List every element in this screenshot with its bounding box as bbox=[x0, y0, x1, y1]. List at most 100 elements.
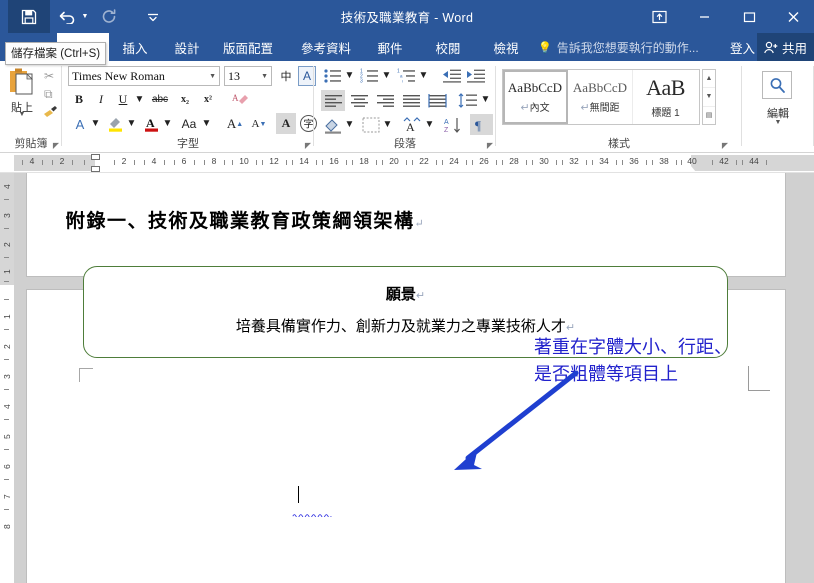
more-styles-icon[interactable]: ▤ bbox=[703, 107, 715, 124]
paragraph-mark: ↵ bbox=[414, 218, 426, 230]
paragraph-dialog-launcher[interactable]: ◤ bbox=[487, 141, 493, 150]
show-formatting-marks-icon[interactable]: ¶ bbox=[470, 114, 493, 135]
text-highlight-icon[interactable] bbox=[106, 114, 126, 134]
tab-references[interactable]: 參考資料 bbox=[291, 33, 361, 61]
shrink-font-button[interactable]: A ▼ bbox=[248, 114, 270, 134]
ribbon-display-options-button[interactable] bbox=[637, 0, 682, 33]
tab-review[interactable]: 校閱 bbox=[424, 33, 472, 61]
distribute-icon[interactable] bbox=[425, 90, 449, 111]
format-painter-icon[interactable] bbox=[43, 105, 58, 121]
share-person-icon bbox=[764, 41, 778, 53]
font-name-input[interactable]: Times New Roman ▼ bbox=[68, 66, 220, 86]
share-button[interactable]: 共用 bbox=[756, 33, 814, 61]
tab-design[interactable]: 設計 bbox=[163, 33, 211, 61]
ruler-number: 18 bbox=[359, 156, 369, 166]
increase-indent-icon[interactable] bbox=[464, 66, 487, 86]
ruler-number: 36 bbox=[629, 156, 639, 166]
style-item-no-spacing[interactable]: AaBbCcD ↵無間距 bbox=[568, 70, 633, 124]
sign-in-button[interactable]: 登入 bbox=[730, 33, 755, 61]
justify-icon[interactable] bbox=[399, 90, 423, 111]
clipboard-dialog-launcher[interactable]: ◤ bbox=[53, 141, 59, 150]
numbered-list-icon[interactable]: 1 2 3 bbox=[359, 66, 381, 86]
numbering-dropdown[interactable]: ▼ bbox=[381, 68, 392, 83]
font-dialog-launcher[interactable]: ◤ bbox=[305, 141, 311, 150]
scroll-down-icon[interactable]: ▼ bbox=[703, 88, 715, 107]
text-effects-dropdown[interactable]: ▼ bbox=[90, 116, 101, 131]
italic-button[interactable]: I bbox=[92, 90, 110, 109]
decrease-indent-icon[interactable] bbox=[440, 66, 463, 86]
shading-icon[interactable] bbox=[322, 115, 344, 135]
bullets-dropdown[interactable]: ▼ bbox=[344, 68, 355, 83]
group-clipboard: 貼上 ▼ ✂ ⧉ 剪貼簿 ◤ bbox=[0, 61, 62, 153]
ruler-number: 4 bbox=[151, 156, 157, 166]
cut-icon[interactable]: ✂ bbox=[44, 69, 54, 83]
phonetic-guide-icon[interactable]: 中 bbox=[276, 66, 296, 86]
line-spacing-icon[interactable] bbox=[456, 90, 480, 111]
subscript-button[interactable]: x₂ bbox=[175, 90, 195, 109]
font-size-input[interactable]: 13 ▼ bbox=[224, 66, 272, 86]
first-line-indent-marker[interactable] bbox=[91, 154, 100, 160]
underline-button[interactable]: U bbox=[114, 90, 132, 109]
editing-dropdown[interactable]: ▼ bbox=[756, 119, 800, 126]
close-button[interactable] bbox=[772, 0, 814, 33]
hanging-indent-marker[interactable] bbox=[91, 166, 100, 172]
svg-text:A: A bbox=[406, 120, 415, 134]
multilevel-dropdown[interactable]: ▼ bbox=[418, 68, 429, 83]
annotation-selection-handle-h[interactable] bbox=[748, 390, 770, 391]
styles-dialog-launcher[interactable]: ◤ bbox=[722, 141, 728, 150]
minimize-button[interactable] bbox=[682, 0, 727, 33]
tab-view[interactable]: 檢視 bbox=[482, 33, 530, 61]
font-color-icon[interactable]: A bbox=[142, 114, 162, 134]
font-color-dropdown[interactable]: ▼ bbox=[162, 116, 173, 131]
callout-arrow[interactable] bbox=[420, 370, 600, 485]
styles-gallery: AaBbCcD ↵內文 AaBbCcD ↵無間距 AaB 標題 1 bbox=[502, 69, 700, 125]
tab-mailings[interactable]: 郵件 bbox=[366, 33, 414, 61]
align-right-icon[interactable] bbox=[373, 90, 397, 111]
underline-dropdown[interactable]: ▼ bbox=[134, 92, 145, 107]
bullet-list-icon[interactable] bbox=[322, 66, 344, 86]
asian-layout-icon[interactable]: A bbox=[400, 115, 424, 135]
chevron-down-icon[interactable]: ▼ bbox=[209, 72, 216, 80]
sort-icon[interactable]: A Z bbox=[442, 115, 466, 135]
text-effects-icon[interactable]: A bbox=[70, 114, 90, 134]
shading-dropdown[interactable]: ▼ bbox=[344, 117, 355, 132]
align-center-icon[interactable] bbox=[347, 90, 371, 111]
heading-text: 附錄一、技術及職業教育政策綱領架構 bbox=[66, 211, 415, 232]
maximize-button[interactable] bbox=[727, 0, 772, 33]
document-heading[interactable]: 附錄一、技術及職業教育政策綱領架構↵ bbox=[66, 206, 425, 233]
change-case-dropdown[interactable]: ▼ bbox=[201, 116, 212, 131]
vision-body: 培養具備實作力、創新力及就業力之專業技術人才↵ bbox=[235, 317, 576, 335]
superscript-button[interactable]: x² bbox=[198, 90, 218, 109]
style-item-heading1[interactable]: AaB 標題 1 bbox=[633, 70, 698, 124]
annotation-selection-handle-v[interactable] bbox=[748, 366, 749, 391]
copy-icon[interactable]: ⧉ bbox=[44, 87, 53, 102]
tell-me-search[interactable]: 💡 告訴我您想要執行的動作... bbox=[538, 33, 699, 61]
borders-dropdown[interactable]: ▼ bbox=[382, 117, 393, 132]
clear-formatting-icon[interactable]: A bbox=[230, 90, 252, 109]
highlight-dropdown[interactable]: ▼ bbox=[126, 116, 137, 131]
find-button[interactable] bbox=[762, 71, 792, 99]
grow-font-button[interactable]: A ▲ bbox=[224, 114, 246, 134]
multilevel-list-icon[interactable]: 1 a i bbox=[396, 66, 418, 86]
tab-insert[interactable]: 插入 bbox=[111, 33, 159, 61]
tab-layout[interactable]: 版面配置 bbox=[213, 33, 283, 61]
share-label: 共用 bbox=[781, 41, 807, 56]
vruler-number: 6 bbox=[2, 464, 12, 469]
vertical-ruler[interactable]: 4 3 2 1 1 2 3 4 5 6 7 8 bbox=[0, 173, 14, 583]
line-spacing-dropdown[interactable]: ▼ bbox=[480, 92, 491, 107]
paste-icon bbox=[10, 68, 33, 95]
style-item-normal[interactable]: AaBbCcD ↵內文 bbox=[503, 70, 568, 124]
right-indent-marker[interactable] bbox=[686, 166, 696, 172]
horizontal-ruler[interactable]: 4 2 2 4 6 8 10 12 14 16 18 20 22 24 26 2… bbox=[0, 153, 814, 173]
paste-button[interactable] bbox=[7, 67, 37, 97]
scroll-up-icon[interactable]: ▲ bbox=[703, 70, 715, 89]
borders-icon[interactable] bbox=[360, 115, 382, 135]
change-case-button[interactable]: Aa bbox=[177, 114, 201, 134]
character-shading-icon[interactable]: A bbox=[276, 113, 296, 134]
chevron-down-icon[interactable]: ▼ bbox=[261, 72, 268, 80]
bold-button[interactable]: B bbox=[70, 90, 88, 109]
strikethrough-button[interactable]: abc bbox=[148, 90, 172, 109]
paste-dropdown[interactable]: ▼ bbox=[0, 111, 44, 118]
asian-layout-dropdown[interactable]: ▼ bbox=[424, 117, 435, 132]
align-left-icon[interactable] bbox=[321, 90, 345, 111]
